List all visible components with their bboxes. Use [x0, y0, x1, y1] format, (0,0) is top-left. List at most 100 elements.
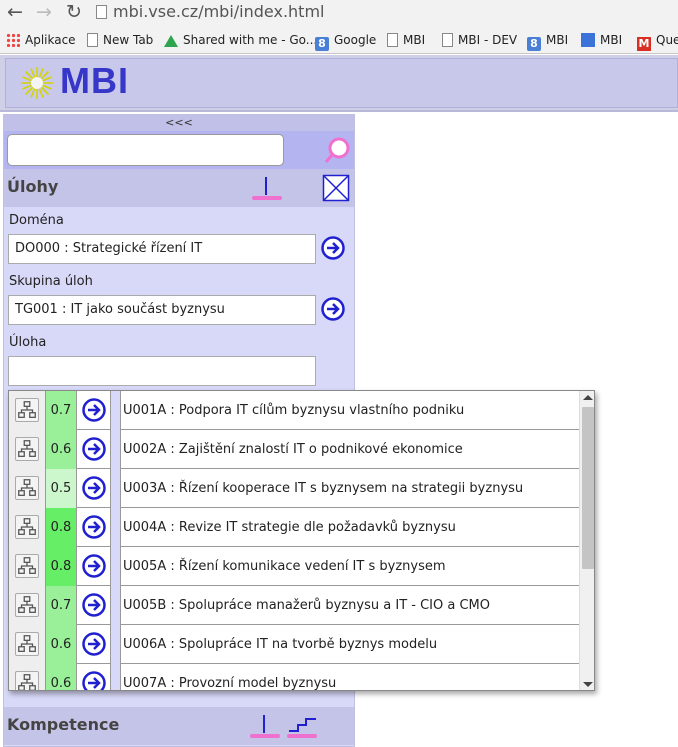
search-input[interactable]	[7, 134, 284, 166]
drive-icon	[164, 35, 178, 47]
page-icon	[87, 33, 98, 47]
tree-cell	[9, 508, 46, 547]
suggestion-row[interactable]: 0.6 U002A : Zajištění znalostí IT o podni…	[9, 430, 579, 469]
go-cell	[77, 625, 111, 664]
row-spacer	[111, 469, 121, 508]
reload-icon[interactable]: ↻	[66, 2, 82, 22]
score-cell: 0.6	[46, 430, 77, 469]
bookmark-mbi-google[interactable]: 8 MBI	[527, 32, 568, 51]
hierarchy-icon[interactable]	[15, 632, 39, 656]
suggestion-text[interactable]: U003A : Řízení kooperace IT s byznysem n…	[123, 469, 579, 508]
bookmark-apps[interactable]: Aplikace	[6, 32, 76, 48]
score-cell: 0.7	[46, 391, 77, 430]
arrow-right-icon[interactable]	[82, 437, 106, 461]
arrow-right-icon[interactable]	[82, 632, 106, 656]
page-icon	[387, 33, 398, 47]
task-field[interactable]	[8, 356, 316, 386]
arrow-right-icon[interactable]	[82, 515, 106, 539]
tree-cell	[9, 391, 46, 430]
hierarchy-icon[interactable]	[15, 671, 39, 691]
arrow-right-icon[interactable]	[82, 593, 106, 617]
bookmark-new-tab[interactable]: New Tab	[87, 32, 153, 48]
domain-label: Doména	[9, 213, 64, 228]
suggestion-text[interactable]: U002A : Zajištění znalostí IT o podnikov…	[123, 430, 579, 469]
suggestion-row[interactable]: 0.5 U003A : Řízení kooperace IT s byznyse…	[9, 469, 579, 508]
scrollbar-thumb[interactable]	[582, 407, 594, 569]
score-cell: 0.5	[46, 469, 77, 508]
arrow-right-icon[interactable]	[82, 476, 106, 500]
group-field[interactable]: TG001 : IT jako součást byznysu	[8, 295, 316, 325]
app-logo: MBI	[60, 60, 129, 101]
dropdown-scrollbar[interactable]	[579, 391, 594, 690]
suggestion-text[interactable]: U005B : Spolupráce manažerů byznysu a IT…	[123, 586, 579, 625]
page-icon	[96, 5, 107, 19]
scroll-down-icon[interactable]	[583, 682, 593, 687]
gmail-icon: M	[637, 37, 651, 51]
suggestion-text[interactable]: U005A : Řízení komunikace vedení IT s by…	[123, 547, 579, 586]
score-cell: 0.6	[46, 625, 77, 664]
bookmark-shared[interactable]: Shared with me - Go...	[164, 32, 317, 48]
row-spacer	[111, 586, 121, 625]
go-cell	[77, 430, 111, 469]
suggestion-text[interactable]: U001A : Podpora IT cílům byznysu vlastní…	[123, 391, 579, 430]
search-bar	[4, 131, 354, 169]
tree-cell	[9, 547, 46, 586]
suggestion-text[interactable]: U006A : Spolupráce IT na tvorbě byznys m…	[123, 625, 579, 664]
suggestion-text[interactable]: U004A : Revize IT strategie dle požadavk…	[123, 508, 579, 547]
sun-logo-icon	[21, 67, 53, 99]
page-icon	[442, 33, 453, 47]
clear-filter-icon[interactable]	[322, 174, 350, 202]
go-cell	[77, 508, 111, 547]
suggestion-row[interactable]: 0.6 U007A : Provozní model byznysu	[9, 664, 579, 691]
scroll-up-icon[interactable]	[583, 395, 593, 400]
suggestion-row[interactable]: 0.7 U005B : Spolupráce manažerů byznysu a…	[9, 586, 579, 625]
tasks-title: Úlohy	[7, 177, 59, 196]
bookmark-mbi[interactable]: MBI	[387, 32, 425, 48]
search-icon[interactable]	[324, 136, 352, 164]
google-icon: 8	[527, 37, 541, 51]
collapse-panel-button[interactable]: <<<	[4, 115, 354, 131]
apps-icon	[6, 33, 20, 47]
competence-title: Kompetence	[7, 715, 120, 734]
suggestion-row[interactable]: 0.8 U005A : Řízení komunikace vedení IT s…	[9, 547, 579, 586]
competence-level-icon[interactable]	[249, 713, 283, 741]
row-spacer	[111, 664, 121, 690]
score-cell: 0.7	[46, 586, 77, 625]
suggestion-row[interactable]: 0.6 U006A : Spolupráce IT na tvorbě byzny…	[9, 625, 579, 664]
logo-bar: MBI	[5, 58, 678, 108]
task-suggestions-dropdown: 0.7 U001A : Podpora IT cílům byznysu vlas…	[8, 390, 595, 691]
row-spacer	[111, 547, 121, 586]
arrow-right-icon[interactable]	[82, 398, 106, 422]
hierarchy-icon[interactable]	[15, 515, 39, 539]
bookmark-gmail[interactable]: M Que	[637, 32, 678, 51]
url-text: mbi.vse.cz/mbi/index.html	[113, 2, 325, 21]
tasks-section-header: Úlohy	[4, 169, 354, 207]
competence-steps-icon[interactable]	[286, 713, 320, 741]
domain-go-icon[interactable]	[321, 236, 345, 260]
bookmark-mbi-dev[interactable]: MBI - DEV	[442, 32, 517, 48]
level-filter-icon[interactable]	[251, 175, 285, 203]
go-cell	[77, 469, 111, 508]
bookmark-mbi-docs[interactable]: MBI	[581, 32, 622, 48]
arrow-right-icon[interactable]	[82, 671, 106, 691]
suggestion-row[interactable]: 0.8 U004A : Revize IT strategie dle požad…	[9, 508, 579, 547]
group-go-icon[interactable]	[321, 297, 345, 321]
domain-field[interactable]: DO000 : Strategické řízení IT	[8, 234, 316, 264]
bookmark-google[interactable]: 8 Google	[315, 32, 376, 51]
hierarchy-icon[interactable]	[15, 554, 39, 578]
hierarchy-icon[interactable]	[15, 476, 39, 500]
hierarchy-icon[interactable]	[15, 437, 39, 461]
hierarchy-icon[interactable]	[15, 593, 39, 617]
arrow-right-icon[interactable]	[82, 554, 106, 578]
suggestion-text[interactable]: U007A : Provozní model byznysu	[123, 664, 579, 690]
suggestion-row[interactable]: 0.7 U001A : Podpora IT cílům byznysu vlas…	[9, 391, 579, 430]
score-cell: 0.8	[46, 508, 77, 547]
address-bar[interactable]: mbi.vse.cz/mbi/index.html	[96, 1, 324, 23]
group-label: Skupina úloh	[9, 274, 93, 289]
row-spacer	[111, 430, 121, 469]
app-header: MBI	[0, 55, 678, 112]
task-label: Úloha	[9, 335, 47, 350]
back-icon[interactable]: ←	[7, 2, 23, 22]
hierarchy-icon[interactable]	[15, 398, 39, 422]
forward-icon[interactable]: →	[36, 2, 52, 22]
